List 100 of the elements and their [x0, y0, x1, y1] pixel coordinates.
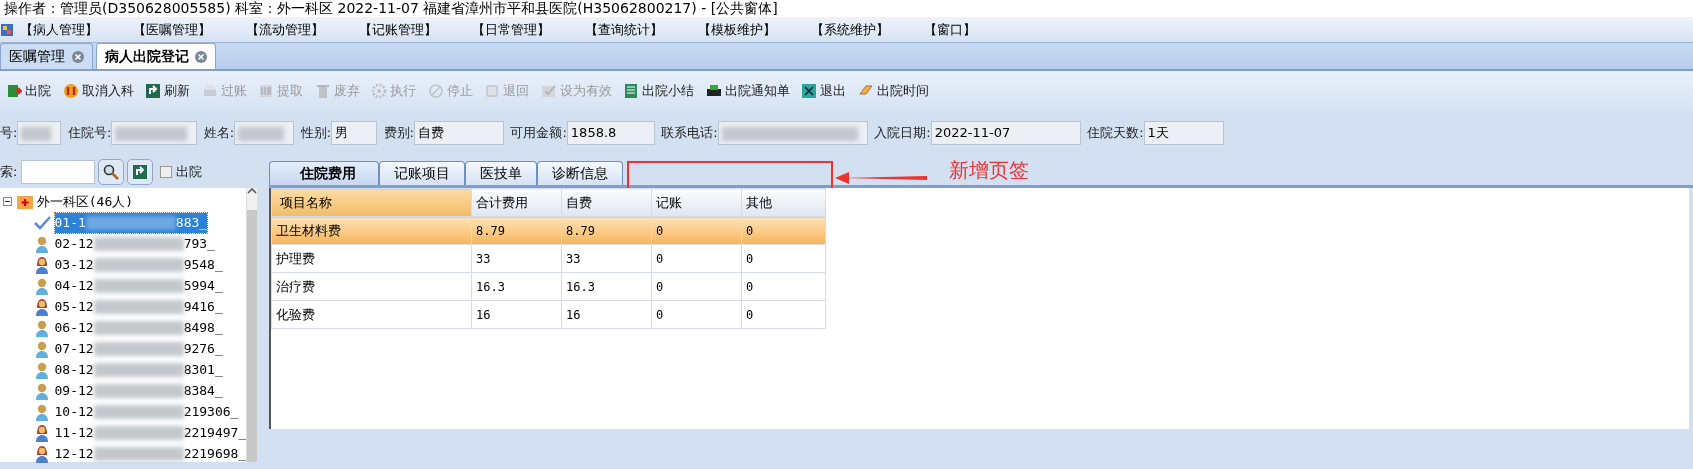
tree-node[interactable]: 03-12 9548_: [54, 255, 223, 275]
column-header[interactable]: 记账: [651, 188, 742, 217]
field-label: 入院日期:: [874, 124, 931, 143]
column-header[interactable]: 合计费用: [471, 188, 562, 217]
node-label: 219306_: [183, 403, 239, 421]
toolbar-button[interactable]: 取消入科: [58, 81, 138, 101]
checkbox-label: 出院: [175, 162, 202, 181]
field-label: 联系电话:: [661, 124, 718, 143]
toolbar-button[interactable]: 出院小结: [619, 81, 699, 101]
tab[interactable]: 诊断信息: [537, 161, 623, 185]
field-label: 姓名:: [203, 124, 235, 143]
menu-item[interactable]: 【流动管理】: [240, 19, 353, 40]
node-label: 02-12: [54, 235, 94, 253]
search-field[interactable]: [20, 159, 95, 184]
scroll-up-icon[interactable]: [247, 188, 258, 194]
field-value[interactable]: 1天: [1143, 121, 1224, 145]
menu-item[interactable]: 【病人管理】: [14, 19, 127, 40]
tree-node[interactable]: 12-12 2219698_: [54, 444, 247, 464]
tree-node[interactable]: 10-12 219306_: [54, 402, 239, 422]
refresh-button[interactable]: [127, 158, 154, 185]
menu-item[interactable]: 【系统维护】: [805, 19, 918, 40]
field-value[interactable]: [234, 121, 295, 145]
field-label: 性别:: [300, 124, 332, 143]
node-label: 2219497_: [183, 424, 247, 442]
table-cell: 8.79: [561, 216, 652, 245]
node-label: 2219698_: [183, 445, 247, 463]
column-header[interactable]: 自费: [561, 188, 652, 217]
node-label: 01-1: [54, 214, 86, 232]
table-cell: 0: [741, 244, 826, 273]
menu-item[interactable]: 【查询统计】: [579, 19, 692, 40]
table-cell: 16.3: [471, 272, 562, 301]
tree-node[interactable]: 07-12 9276_: [54, 339, 223, 359]
toolbar-button[interactable]: 退出: [797, 81, 851, 101]
table-cell: 16: [471, 300, 562, 329]
trash-icon: [314, 83, 331, 99]
menu-item[interactable]: 【窗口】: [918, 19, 1031, 40]
node-label: 793_: [183, 235, 215, 253]
field-value[interactable]: 男: [331, 121, 378, 145]
field-label: 号:: [0, 124, 18, 143]
menu-item[interactable]: 【记账管理】: [353, 19, 466, 40]
close-box-icon: [801, 83, 817, 99]
tree-node[interactable]: 11-12 2219497_: [54, 423, 247, 443]
tree-node[interactable]: 01-1 883_: [54, 213, 208, 233]
arrow-icon: [833, 171, 929, 185]
node-label: 09-12: [54, 382, 94, 400]
menu-item[interactable]: 【模板维护】: [692, 19, 805, 40]
node-label: 11-12: [54, 424, 94, 442]
barcode-icon: [258, 83, 274, 99]
tree-node[interactable]: 04-12 5994_: [54, 276, 223, 296]
tab[interactable]: 记账项目: [379, 161, 465, 185]
search-button[interactable]: [97, 158, 124, 185]
table-cell: 0: [651, 300, 742, 329]
field-value[interactable]: [17, 121, 62, 145]
tab[interactable]: 住院费用: [269, 161, 379, 185]
refresh-icon: [145, 83, 161, 99]
node-label: 06-12: [54, 319, 94, 337]
scrollbar[interactable]: [246, 188, 258, 462]
tree-node[interactable]: 08-12 8301_: [54, 360, 223, 380]
tree-node[interactable]: 外一科区(46人): [36, 192, 134, 212]
table-cell: 16.3: [561, 272, 652, 301]
tree-node[interactable]: 05-12 9416_: [54, 297, 223, 317]
checkbox[interactable]: [160, 165, 173, 178]
table-cell: 治疗费: [271, 272, 472, 301]
document-tab[interactable]: 医嘱管理: [0, 43, 93, 69]
tree-node[interactable]: 06-12 8498_: [54, 318, 223, 338]
field-value[interactable]: [111, 121, 198, 145]
table-cell: 0: [741, 300, 826, 329]
tree-node[interactable]: 09-12 8384_: [54, 381, 223, 401]
close-icon[interactable]: [71, 50, 84, 63]
table-cell: 0: [741, 216, 826, 245]
field-value[interactable]: [717, 121, 868, 145]
tab[interactable]: 医技单: [465, 161, 537, 185]
table-cell: 33: [561, 244, 652, 273]
column-header[interactable]: 其他: [741, 188, 826, 217]
tree-node[interactable]: 02-12 793_: [54, 234, 215, 254]
node-label: 8498_: [183, 319, 223, 337]
node-label: 12-12: [54, 445, 94, 463]
node-label: 883_: [175, 214, 208, 232]
field-value[interactable]: 1858.8: [566, 121, 655, 145]
toolbar-button[interactable]: 出院: [2, 81, 56, 101]
table-cell: 化验费: [271, 300, 472, 329]
node-label: 8301_: [183, 361, 223, 379]
node-label: 9276_: [183, 340, 223, 358]
node-label: 08-12: [54, 361, 94, 379]
field-value[interactable]: 自费: [413, 121, 504, 145]
toolbar-button[interactable]: 出院时间: [853, 81, 933, 101]
field-label: 可用金额:: [510, 124, 567, 143]
node-label: 03-12: [54, 256, 94, 274]
stop-icon: [427, 83, 444, 99]
document-tab[interactable]: 病人出院登记: [95, 43, 217, 69]
node-label: 9548_: [183, 256, 223, 274]
exit-door-icon: [6, 83, 22, 99]
field-value[interactable]: 2022-11-07: [930, 121, 1081, 145]
table-cell: 8.79: [471, 216, 562, 245]
close-icon[interactable]: [195, 50, 208, 63]
menu-item[interactable]: 【医嘱管理】: [127, 19, 240, 40]
column-header[interactable]: 项目名称: [271, 188, 472, 217]
toolbar-button[interactable]: 出院通知单: [701, 81, 794, 101]
toolbar-button[interactable]: 刷新: [141, 81, 195, 101]
menu-item[interactable]: 【日常管理】: [466, 19, 579, 40]
